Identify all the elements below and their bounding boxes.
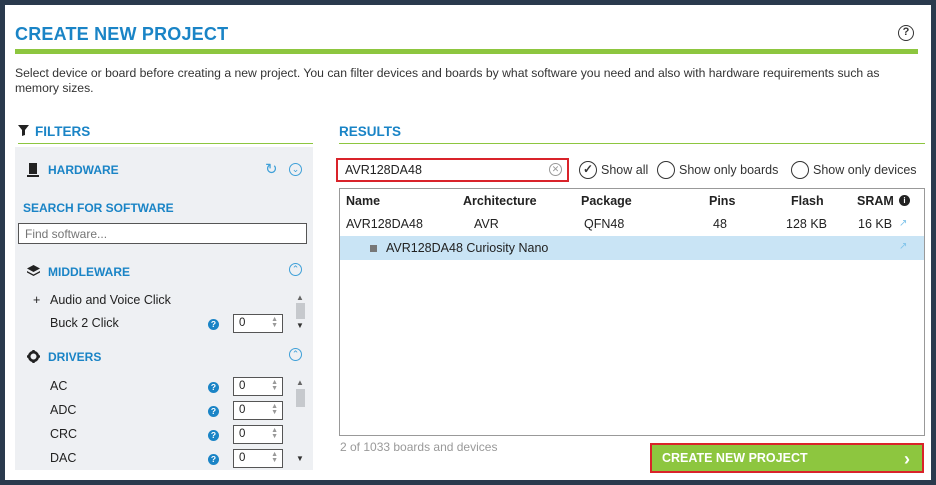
radio-label: Show only devices	[813, 163, 917, 177]
chip-icon	[27, 163, 41, 177]
radio-circle-icon	[657, 161, 675, 179]
stepper-value: 0	[239, 404, 246, 416]
cell-flash: 128 KB	[786, 217, 828, 231]
help-icon[interactable]: ?	[898, 25, 914, 41]
radio-show-only-boards[interactable]: Show only boards	[657, 160, 778, 180]
board-icon	[370, 245, 377, 252]
stepper-value: 0	[239, 428, 246, 440]
cell-name[interactable]: AVR128DA48	[346, 217, 423, 231]
radio-label: Show only boards	[679, 163, 779, 177]
checked-circle-icon: ✓	[579, 161, 597, 179]
layers-icon	[27, 265, 41, 279]
stepper-value: 0	[239, 317, 246, 329]
cell-pins: 48	[713, 217, 727, 231]
middleware-label: MIDDLEWARE	[48, 265, 130, 279]
middleware-section[interactable]: MIDDLEWARE	[27, 265, 130, 279]
cell-package: QFN48	[584, 217, 625, 231]
table-row-selected[interactable]: AVR128DA48 Curiosity Nano ↗	[340, 236, 924, 260]
external-link-icon[interactable]: ↗	[899, 218, 907, 229]
quantity-stepper[interactable]: 0 ▲ ▼	[233, 425, 283, 444]
filters-heading-label: FILTERS	[35, 124, 91, 139]
cell-sram: 16 KB	[858, 217, 893, 231]
chevron-up-icon[interactable]: ⌃	[289, 263, 302, 276]
middleware-item-audio-voice-click[interactable]: Audio and Voice Click	[50, 293, 171, 307]
radio-label: Show all	[601, 163, 649, 177]
stepper-value: 0	[239, 380, 246, 392]
help-icon[interactable]: ?	[208, 430, 219, 441]
quantity-stepper[interactable]: 0 ▲ ▼	[233, 314, 283, 333]
drivers-label: DRIVERS	[48, 350, 102, 364]
results-count: 2 of 1033 boards and devices	[340, 440, 498, 454]
search-software-input[interactable]	[18, 223, 307, 244]
middleware-item-buck-2-click: Buck 2 Click	[50, 316, 119, 330]
help-icon[interactable]: ?	[208, 319, 219, 330]
driver-item-crc: CRC	[50, 427, 78, 441]
refresh-icon[interactable]: ↻	[265, 162, 278, 177]
column-header-name[interactable]: Name	[346, 194, 380, 208]
stepper-value: 0	[239, 452, 246, 464]
middleware-scrollbar[interactable]: ▲ ▼	[295, 293, 305, 333]
page-title: CREATE NEW PROJECT	[15, 24, 229, 44]
hardware-section[interactable]: HARDWARE	[27, 163, 119, 177]
list-item-prefix[interactable]: +	[33, 293, 40, 307]
create-new-project-button[interactable]: CREATE NEW PROJECT ›	[650, 443, 924, 473]
driver-item-ac: AC	[50, 379, 68, 393]
filters-divider	[18, 143, 313, 144]
drivers-section[interactable]: DRIVERS	[27, 350, 101, 364]
external-link-icon[interactable]: ↗	[899, 241, 907, 252]
chevron-right-icon: ›	[904, 449, 910, 469]
drivers-scrollbar[interactable]: ▲ ▼	[295, 378, 305, 466]
column-header-flash[interactable]: Flash	[791, 194, 824, 208]
filters-panel	[15, 147, 313, 470]
help-icon[interactable]: ?	[208, 406, 219, 417]
radio-show-only-devices[interactable]: Show only devices	[791, 160, 917, 180]
help-icon[interactable]: ?	[208, 454, 219, 465]
results-divider	[339, 143, 925, 144]
hardware-label: HARDWARE	[48, 163, 119, 177]
cell-architecture: AVR	[474, 217, 499, 231]
quantity-stepper[interactable]: 0 ▲ ▼	[233, 377, 283, 396]
help-icon[interactable]: ?	[208, 382, 219, 393]
quantity-stepper[interactable]: 0 ▲ ▼	[233, 449, 283, 468]
quantity-stepper[interactable]: 0 ▲ ▼	[233, 401, 283, 420]
clear-icon[interactable]: ✕	[549, 163, 562, 176]
create-button-label: CREATE NEW PROJECT	[662, 451, 808, 465]
info-icon[interactable]: i	[899, 195, 910, 206]
driver-item-adc: ADC	[50, 403, 77, 417]
filter-icon	[18, 124, 29, 139]
column-header-pins[interactable]: Pins	[709, 194, 735, 208]
page-description: Select device or board before creating a…	[15, 66, 880, 95]
results-heading: RESULTS	[339, 124, 402, 139]
radio-show-all[interactable]: ✓ Show all	[579, 160, 648, 180]
gear-icon	[27, 350, 41, 364]
cell-board-name: AVR128DA48 Curiosity Nano	[386, 241, 549, 255]
title-underline	[15, 49, 918, 54]
search-software-label: SEARCH FOR SOFTWARE	[23, 201, 174, 215]
filters-heading: FILTERS	[18, 124, 90, 139]
column-header-sram[interactable]: SRAM	[857, 194, 894, 208]
column-header-architecture[interactable]: Architecture	[463, 194, 537, 208]
radio-circle-icon	[791, 161, 809, 179]
results-search-input[interactable]: AVR128DA48 ✕	[336, 158, 569, 182]
column-header-package[interactable]: Package	[581, 194, 632, 208]
results-table	[339, 188, 925, 436]
driver-item-dac: DAC	[50, 451, 77, 465]
chevron-up-icon[interactable]: ⌃	[289, 348, 302, 361]
search-value: AVR128DA48	[345, 163, 422, 177]
chevron-down-icon[interactable]: ⌄	[289, 163, 302, 176]
